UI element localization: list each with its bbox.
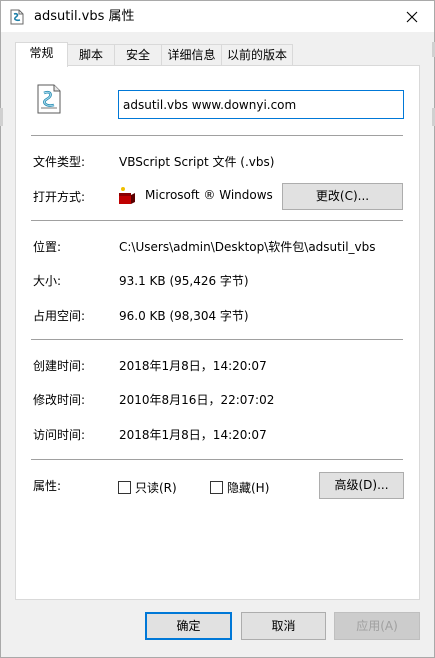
- location-value: C:\Users\admin\Desktop\软件包\adsutil_vbs: [119, 240, 376, 254]
- separator: [31, 459, 403, 460]
- tab-general[interactable]: 常规: [15, 42, 68, 67]
- location-label: 位置:: [33, 240, 62, 254]
- created-label: 创建时间:: [33, 359, 86, 373]
- close-button[interactable]: [390, 1, 434, 32]
- cancel-button[interactable]: 取消: [241, 612, 326, 640]
- separator: [31, 220, 403, 221]
- file-name-input[interactable]: [118, 90, 404, 119]
- close-icon: [406, 11, 418, 22]
- tab-previous-versions[interactable]: 以前的版本: [221, 44, 293, 65]
- accessed-label: 访问时间:: [33, 428, 86, 442]
- tab-script[interactable]: 脚本: [67, 44, 115, 65]
- advanced-button[interactable]: 高级(D)...: [319, 472, 404, 499]
- readonly-checkbox-label: 只读(R): [135, 481, 177, 495]
- attributes-label: 属性:: [33, 479, 62, 493]
- open-with-label: 打开方式:: [33, 190, 86, 204]
- separator: [31, 339, 403, 340]
- size-label: 大小:: [33, 274, 62, 288]
- hidden-checkbox[interactable]: 隐藏(H): [210, 479, 269, 496]
- change-button[interactable]: 更改(C)...: [282, 183, 403, 210]
- file-type-value: VBScript Script 文件 (.vbs): [119, 155, 275, 169]
- open-with-value: Microsoft ® Windows: [145, 188, 273, 202]
- tab-details[interactable]: 详细信息: [161, 44, 222, 65]
- size-on-disk-label: 占用空间:: [33, 309, 86, 323]
- tab-security[interactable]: 安全: [114, 44, 162, 65]
- hidden-checkbox-box[interactable]: [210, 481, 223, 494]
- size-value: 93.1 KB (95,426 字节): [119, 274, 249, 288]
- modified-value: 2010年8月16日，22:07:02: [119, 393, 275, 407]
- vbs-file-icon: [10, 9, 24, 25]
- modified-label: 修改时间:: [33, 393, 86, 407]
- size-on-disk-value: 96.0 KB (98,304 字节): [119, 309, 249, 323]
- background-window-edge: [0, 108, 3, 126]
- readonly-checkbox[interactable]: 只读(R): [118, 479, 177, 496]
- properties-dialog: adsutil.vbs 属性 常规 脚本 安全 详细信息 以前的版本 文件类型:…: [0, 0, 435, 658]
- windows-script-host-icon: [119, 187, 135, 204]
- vbs-script-file-icon: [37, 84, 61, 114]
- title-bar[interactable]: adsutil.vbs 属性: [1, 1, 434, 32]
- ok-button[interactable]: 确定: [145, 612, 232, 640]
- general-panel: [15, 65, 420, 600]
- accessed-value: 2018年1月8日，14:20:07: [119, 428, 267, 442]
- created-value: 2018年1月8日，14:20:07: [119, 359, 267, 373]
- tab-strip: 常规 脚本 安全 详细信息 以前的版本: [15, 42, 419, 67]
- file-type-label: 文件类型:: [33, 155, 86, 169]
- readonly-checkbox-box[interactable]: [118, 481, 131, 494]
- hidden-checkbox-label: 隐藏(H): [227, 481, 270, 495]
- apply-button[interactable]: 应用(A): [334, 612, 420, 640]
- separator: [31, 135, 403, 136]
- window-title: adsutil.vbs 属性: [34, 9, 135, 24]
